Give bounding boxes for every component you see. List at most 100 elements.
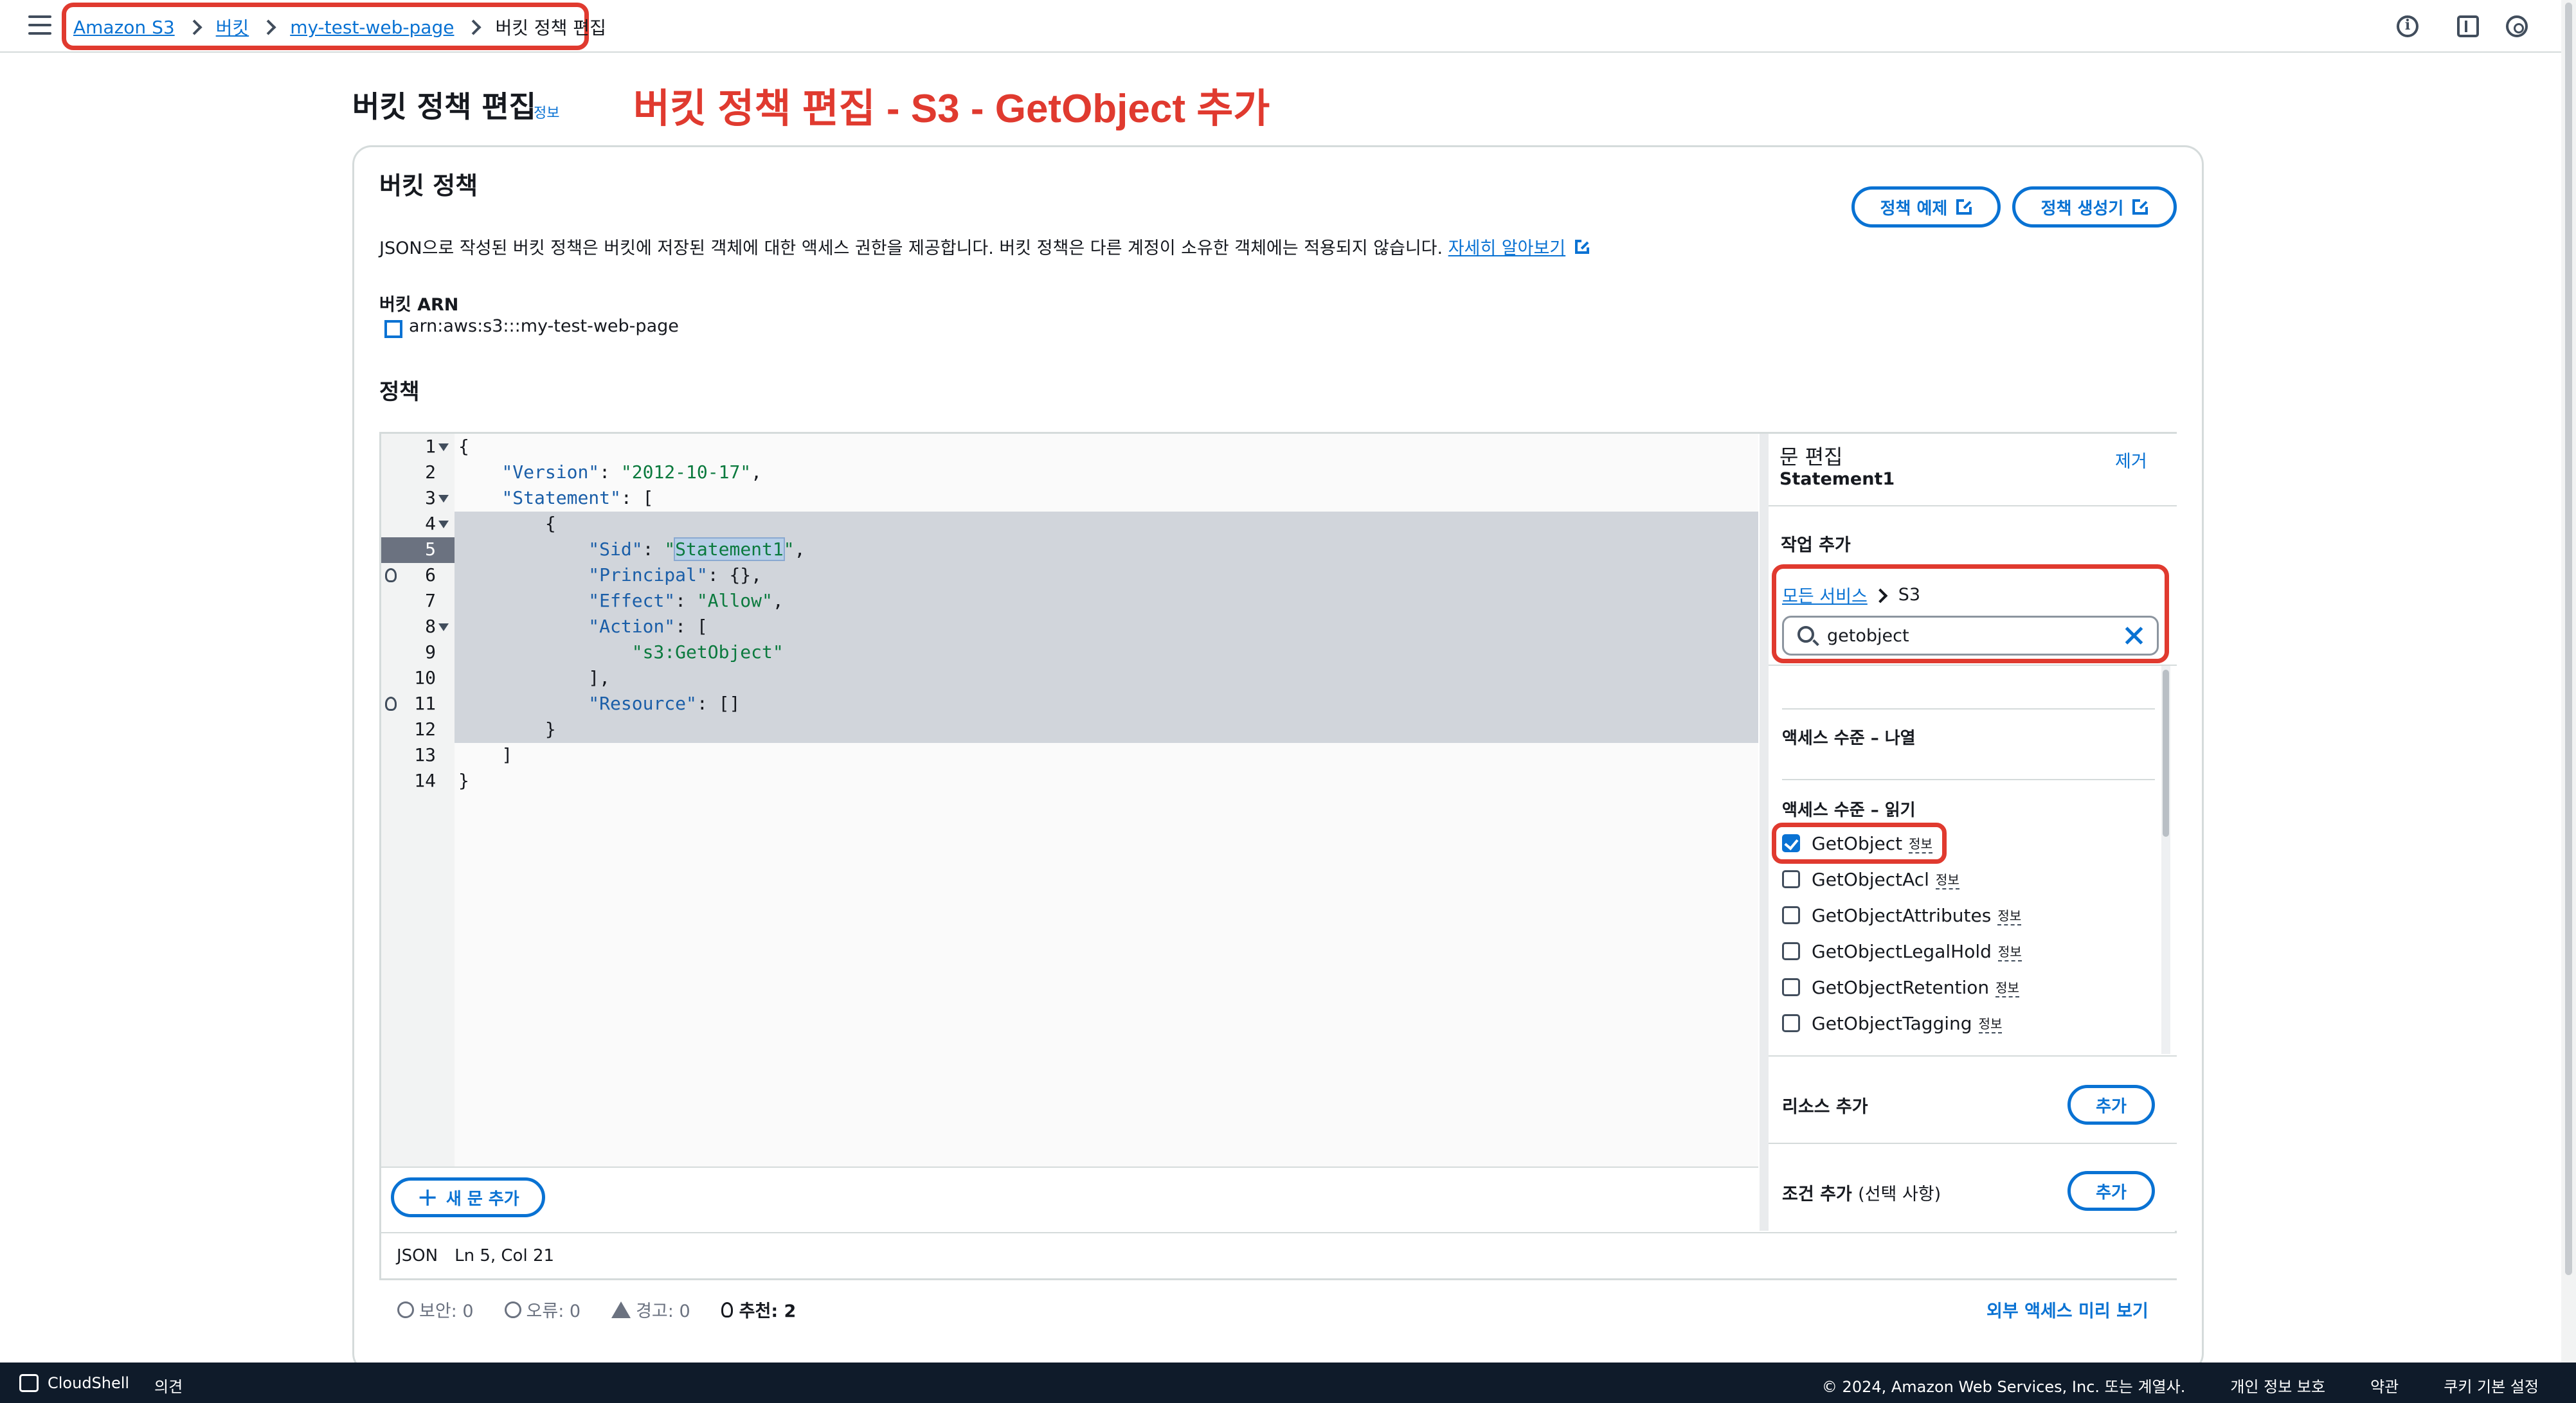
code-text: }: [458, 719, 556, 740]
checkbox[interactable]: [1782, 978, 1800, 996]
warning-count: 경고: 0: [636, 1301, 690, 1321]
actions-list-scrollbar[interactable]: [2161, 666, 2170, 1054]
add-condition-button[interactable]: 추가: [2067, 1171, 2155, 1211]
code-line[interactable]: 14}: [381, 770, 1758, 796]
statement-id: Statement1: [1779, 469, 1895, 489]
terms-link[interactable]: 약관: [2370, 1374, 2399, 1397]
policy-generator-label: 정책 생성기: [2040, 199, 2124, 219]
status-cursor-position: Ln 5, Col 21: [455, 1246, 555, 1265]
code-line[interactable]: 13 ]: [381, 744, 1758, 770]
suggestion-count: 추천: 2: [739, 1301, 797, 1321]
fold-arrow-icon[interactable]: [438, 623, 449, 631]
page-info-link[interactable]: 정보: [534, 102, 559, 122]
info-link[interactable]: 정보: [1935, 870, 1959, 889]
suggestion-findings[interactable]: 추천: 2: [721, 1297, 797, 1322]
line-number: 2: [425, 461, 436, 483]
code-text: "Resource": []: [588, 693, 741, 714]
line-number: 8: [425, 616, 436, 637]
edit-statement-title: 문 편집: [1779, 445, 1843, 469]
code-text: }: [458, 770, 469, 791]
action-label: GetObjectRetention: [1812, 976, 1990, 998]
chevron-right-icon: [467, 19, 482, 35]
fold-arrow-icon[interactable]: [438, 521, 449, 528]
action-option[interactable]: GetObjectTagging 정보: [1782, 1009, 2003, 1037]
all-services-link[interactable]: 모든 서비스: [1782, 582, 1868, 607]
error-findings[interactable]: 오류: 0: [504, 1297, 581, 1322]
error-icon: [504, 1301, 521, 1318]
external-link-icon: [1574, 238, 1590, 254]
breadcrumb-buckets[interactable]: 버킷: [216, 14, 249, 40]
info-link[interactable]: 정보: [1978, 1014, 2003, 1033]
policy-findings: 보안: 0 오류: 0 경고: 0 추천: 2: [397, 1297, 827, 1322]
code-line[interactable]: 11 "Resource": []: [381, 693, 1758, 719]
checkbox[interactable]: [1782, 906, 1800, 924]
breadcrumb-bucket-name[interactable]: my-test-web-page: [290, 17, 454, 38]
code-line[interactable]: 12 }: [381, 719, 1758, 744]
checkbox[interactable]: [1782, 870, 1800, 888]
policy-generator-button[interactable]: 정책 생성기: [2012, 186, 2177, 228]
security-findings[interactable]: 보안: 0: [397, 1297, 474, 1322]
fold-arrow-icon[interactable]: [438, 443, 449, 451]
action-option[interactable]: GetObjectRetention 정보: [1782, 973, 2019, 1001]
fold-arrow-icon[interactable]: [438, 495, 449, 503]
lightbulb-icon: [721, 1301, 733, 1318]
code-line[interactable]: 10 ],: [381, 667, 1758, 693]
code-line[interactable]: 8 "Action": [: [381, 616, 1758, 641]
cloudshell-button[interactable]: CloudShell: [19, 1374, 129, 1392]
action-label: GetObjectAttributes: [1812, 904, 1992, 926]
action-option[interactable]: GetObjectAcl 정보: [1782, 865, 1959, 893]
code-line[interactable]: 1{: [381, 436, 1758, 461]
line-number: 5: [425, 539, 436, 560]
action-label: GetObjectAcl: [1812, 868, 1929, 890]
code-line[interactable]: 4 {: [381, 513, 1758, 539]
divider: [1769, 505, 2177, 506]
info-link[interactable]: 정보: [1995, 978, 2019, 997]
action-option[interactable]: GetObjectAttributes 정보: [1782, 901, 2022, 929]
access-level-list[interactable]: 액세스 수준 – 나열: [1782, 725, 1916, 749]
add-condition-label: 조건 추가 (선택 사항): [1782, 1180, 1941, 1205]
code-line[interactable]: 7 "Effect": "Allow",: [381, 590, 1758, 616]
code-line[interactable]: 3 "Statement": [: [381, 487, 1758, 513]
action-option[interactable]: GetObjectLegalHold 정보: [1782, 937, 2022, 965]
code-line[interactable]: 5 "Sid": "Statement1",: [381, 537, 1758, 564]
add-statement-button[interactable]: + 새 문 추가: [391, 1177, 545, 1217]
chevron-right-icon: [188, 19, 203, 35]
copy-icon[interactable]: [384, 319, 402, 338]
action-search-input[interactable]: [1827, 621, 2110, 650]
breadcrumb-current: 버킷 정책 편집: [495, 17, 606, 39]
info-link[interactable]: 정보: [1997, 942, 2022, 961]
shield-icon: [397, 1301, 414, 1318]
side-panel-icon[interactable]: [2457, 15, 2479, 37]
feedback-link[interactable]: 의견: [154, 1374, 183, 1397]
annotation-title: 버킷 정책 편집 - S3 - GetObject 추가: [633, 87, 1270, 131]
code-line[interactable]: 2 "Version": "2012-10-17",: [381, 461, 1758, 487]
privacy-link[interactable]: 개인 정보 보호: [2230, 1374, 2325, 1397]
policy-examples-button[interactable]: 정책 예제: [1851, 186, 2001, 228]
preview-external-access-link[interactable]: 외부 액세스 미리 보기: [1986, 1297, 2148, 1322]
policy-description: JSON으로 작성된 버킷 정책은 버킷에 저장된 객체에 대한 액세스 권한을…: [379, 234, 1590, 259]
line-number: 1: [425, 436, 436, 457]
line-number: 3: [425, 487, 436, 508]
learn-more-link[interactable]: 자세히 알아보기: [1448, 238, 1565, 258]
add-resource-button[interactable]: 추가: [2067, 1085, 2155, 1125]
close-icon[interactable]: [2123, 625, 2145, 647]
menu-icon[interactable]: [28, 15, 51, 35]
breadcrumb-amazon-s3[interactable]: Amazon S3: [73, 17, 175, 38]
lightbulb-icon[interactable]: [385, 568, 397, 582]
info-link[interactable]: 정보: [1997, 906, 2022, 925]
settings-icon[interactable]: [2506, 15, 2528, 37]
lightbulb-icon[interactable]: [385, 697, 397, 711]
access-level-read[interactable]: 액세스 수준 – 읽기: [1782, 797, 1916, 821]
code-line[interactable]: 9 "s3:GetObject": [381, 641, 1758, 667]
remove-statement-link[interactable]: 제거: [2115, 447, 2147, 472]
chevron-right-icon: [1875, 589, 1888, 602]
checkbox[interactable]: [1782, 942, 1800, 960]
policy-examples-label: 정책 예제: [1880, 199, 1948, 219]
cookie-preferences-link[interactable]: 쿠키 기본 설정: [2444, 1374, 2539, 1397]
code-line[interactable]: 6 "Principal": {},: [381, 564, 1758, 590]
checkbox[interactable]: [1782, 1014, 1800, 1032]
warning-findings[interactable]: 경고: 0: [611, 1297, 690, 1322]
page-scrollbar[interactable]: [2561, 0, 2576, 1363]
info-icon[interactable]: [2397, 15, 2418, 37]
bucket-arn: arn:aws:s3:::my-test-web-page: [384, 316, 679, 338]
